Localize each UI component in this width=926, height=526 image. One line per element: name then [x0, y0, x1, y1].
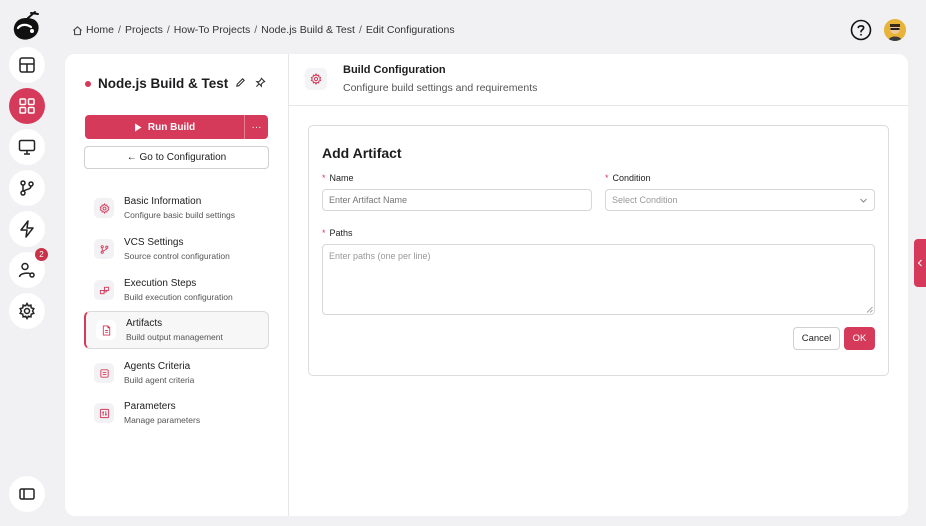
run-build-more-button[interactable]: ··· [244, 115, 268, 139]
project-name: Node.js Build & Test [98, 76, 229, 91]
edit-icon[interactable] [235, 77, 246, 88]
chevron-down-icon [860, 198, 867, 203]
breadcrumb-project[interactable]: Node.js Build & Test [261, 24, 355, 36]
home-icon[interactable] [72, 25, 83, 36]
notification-badge: 2 [35, 248, 48, 261]
rail-settings-button[interactable] [9, 293, 45, 329]
cancel-button[interactable]: Cancel [793, 327, 840, 350]
monitor-icon [18, 139, 36, 155]
condition-placeholder: Select Condition [612, 195, 678, 205]
chevron-left-icon [917, 259, 922, 267]
left-rail: 2 [0, 0, 52, 526]
nav-item-execution-steps[interactable]: Execution Steps Build execution configur… [84, 271, 269, 309]
lightning-icon [20, 220, 34, 238]
status-dot [85, 80, 91, 87]
nav-subtitle: Build output management [126, 332, 223, 342]
document-icon [102, 324, 110, 336]
nav-subtitle: Configure basic build settings [124, 210, 236, 220]
add-artifact-panel: Add Artifact *Name *Condition Select Con… [308, 125, 889, 376]
gear-icon [19, 301, 35, 321]
breadcrumb-projects[interactable]: Projects [125, 24, 163, 36]
panel-collapse-tab[interactable] [914, 239, 926, 287]
breadcrumb-current: Edit Configurations [365, 24, 455, 36]
rail-triggers-button[interactable] [9, 211, 45, 247]
steps-icon [99, 286, 109, 294]
project-title: Node.js Build & Test [85, 76, 228, 91]
dashboard-icon [19, 57, 35, 73]
gear-icon [310, 73, 322, 85]
run-build-button[interactable]: Run Build [85, 115, 244, 139]
nav-subtitle: Manage parameters [124, 415, 201, 425]
git-branch-icon [20, 180, 34, 196]
rail-dashboard-button[interactable] [9, 47, 45, 83]
pin-icon[interactable] [255, 77, 266, 88]
agent-icon [99, 368, 109, 378]
user-settings-icon [18, 262, 35, 278]
nav-title: Parameters [124, 401, 176, 412]
rail-users-button[interactable]: 2 [9, 248, 48, 288]
breadcrumb-how-to-projects[interactable]: How-To Projects [174, 24, 250, 36]
name-label: * Name [322, 173, 354, 183]
resize-handle-icon[interactable] [866, 306, 873, 313]
breadcrumb: Home / Projects / How-To Projects / Node… [72, 24, 455, 36]
content-divider [289, 105, 908, 106]
paths-textarea[interactable]: Enter paths (one per line) [322, 244, 875, 315]
panel-title: Add Artifact [322, 145, 402, 161]
nav-title: VCS Settings [124, 237, 184, 248]
nav-item-basic-information[interactable]: Basic Information Configure basic build … [84, 189, 269, 227]
help-icon[interactable] [850, 19, 872, 41]
app-logo-icon[interactable] [11, 10, 41, 42]
build-config-icon-wrap [305, 68, 327, 90]
artifact-name-input[interactable] [322, 189, 592, 211]
rail-toggle-sidebar-button[interactable] [9, 476, 45, 512]
content-title: Build Configuration [343, 64, 446, 76]
nav-title: Execution Steps [124, 278, 197, 289]
nav-subtitle: Source control configuration [124, 251, 230, 261]
sidebar-toggle-icon [19, 488, 35, 500]
nav-subtitle: Build agent criteria [124, 375, 195, 385]
nav-title: Artifacts [126, 318, 163, 329]
nav-title: Agents Criteria [124, 361, 191, 372]
content-subtitle: Configure build settings and requirement… [343, 82, 538, 94]
config-sidebar: Node.js Build & Test Run Build ··· ← Go … [65, 54, 289, 516]
grid-icon [19, 98, 35, 114]
nav-item-agents-criteria[interactable]: Agents Criteria Build agent criteria [84, 354, 269, 392]
main-card: Node.js Build & Test Run Build ··· ← Go … [65, 54, 908, 516]
go-to-configuration-button[interactable]: ← Go to Configuration [84, 146, 269, 169]
gear-icon [99, 202, 109, 214]
run-build-label: Run Build [147, 121, 196, 133]
nav-title: Basic Information [124, 196, 202, 207]
nav-item-artifacts[interactable]: Artifacts Build output management [84, 311, 269, 349]
breadcrumb-home[interactable]: Home [86, 24, 114, 36]
paths-label: * Paths [322, 228, 353, 238]
ok-button[interactable]: OK [844, 327, 875, 350]
sliders-icon [99, 408, 109, 418]
git-branch-icon [100, 244, 108, 254]
avatar[interactable] [884, 19, 906, 41]
rail-projects-button[interactable] [9, 88, 45, 124]
nav-subtitle: Build execution configuration [124, 292, 233, 302]
rail-vcs-button[interactable] [9, 170, 45, 206]
nav-item-vcs-settings[interactable]: VCS Settings Source control configuratio… [84, 230, 269, 268]
user-avatar-icon [884, 19, 906, 41]
condition-label: * Condition [605, 173, 651, 183]
condition-select[interactable]: Select Condition [605, 189, 875, 211]
run-build-group: Run Build ··· [85, 115, 268, 139]
paths-placeholder: Enter paths (one per line) [329, 251, 431, 261]
play-icon [134, 123, 142, 131]
rail-monitor-button[interactable] [9, 129, 45, 165]
nav-item-parameters[interactable]: Parameters Manage parameters [84, 394, 269, 432]
